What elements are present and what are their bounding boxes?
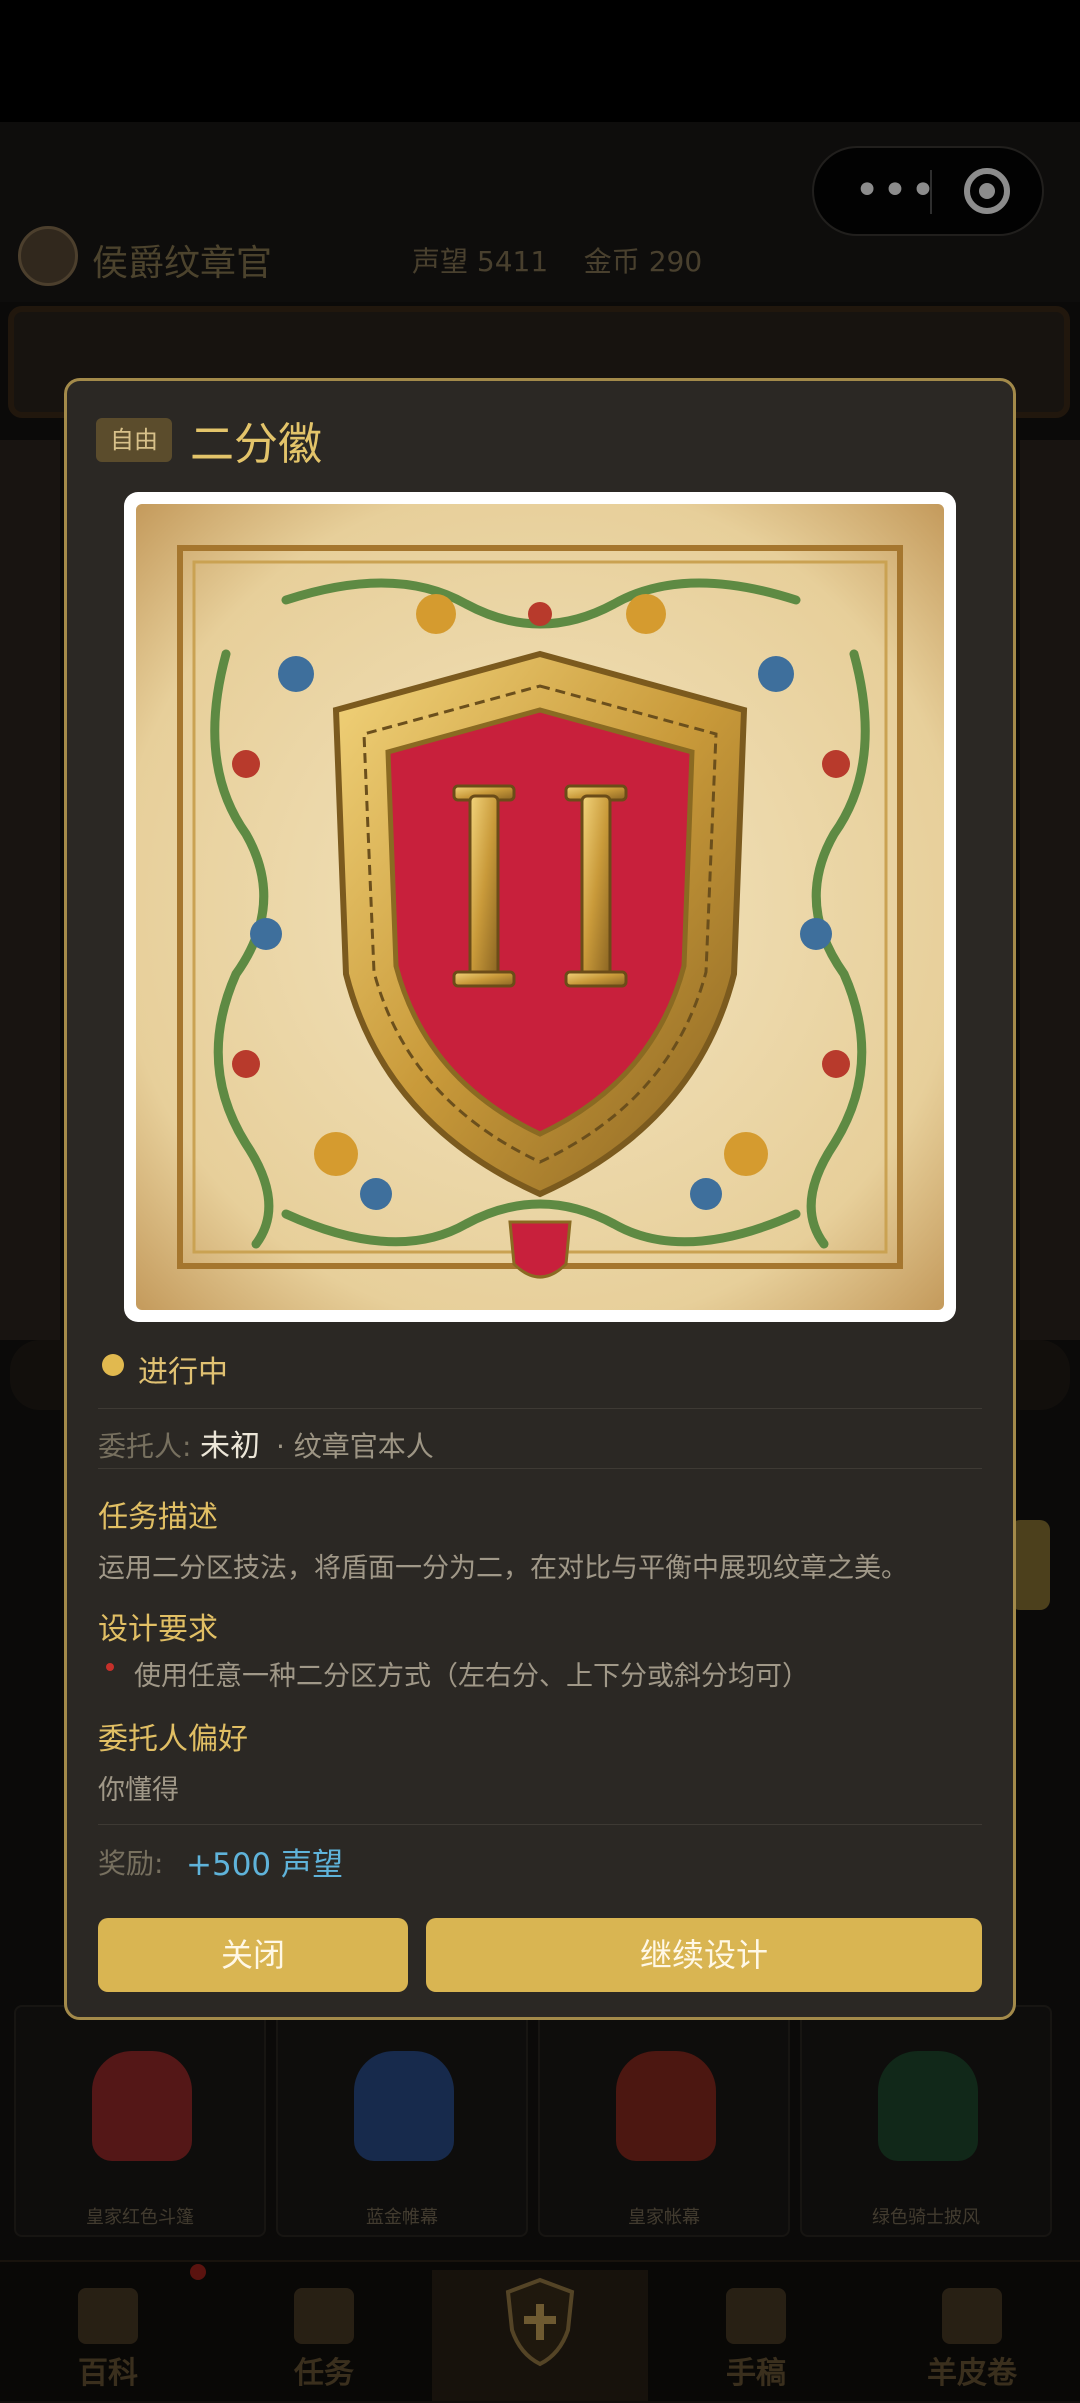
close-button[interactable]: 关闭 [98, 1918, 408, 1992]
divider [98, 1468, 982, 1469]
task-type-tag: 自由 [96, 418, 172, 462]
status-dot [102, 1354, 124, 1376]
modal-title: 二分徽 [190, 419, 322, 470]
requirements-title: 设计要求 [98, 1612, 218, 1647]
requirement-item: 使用任意一种二分区方式（左右分、上下分或斜分均可） [134, 1661, 809, 1692]
bullet-icon [106, 1663, 114, 1671]
heraldry-artwork [136, 504, 944, 1310]
status-bar [0, 0, 1080, 122]
description-text: 运用二分区技法，将盾面一分为二，在对比与平衡中展现纹章之美。 [98, 1553, 908, 1584]
reward-value: +500 声望 [186, 1847, 343, 1883]
description-title: 任务描述 [98, 1500, 218, 1535]
client-label: 委托人: [98, 1430, 192, 1463]
preference-title: 委托人偏好 [98, 1722, 248, 1757]
reward-label: 奖励: [98, 1847, 164, 1880]
preference-text: 你懂得 [98, 1775, 179, 1806]
divider [98, 1408, 982, 1409]
task-status: 进行中 [138, 1355, 228, 1390]
continue-design-button[interactable]: 继续设计 [426, 1918, 982, 1992]
client-role: · 纹章官本人 [276, 1430, 434, 1463]
divider [98, 1824, 982, 1825]
client-name: 未初 [200, 1429, 260, 1464]
